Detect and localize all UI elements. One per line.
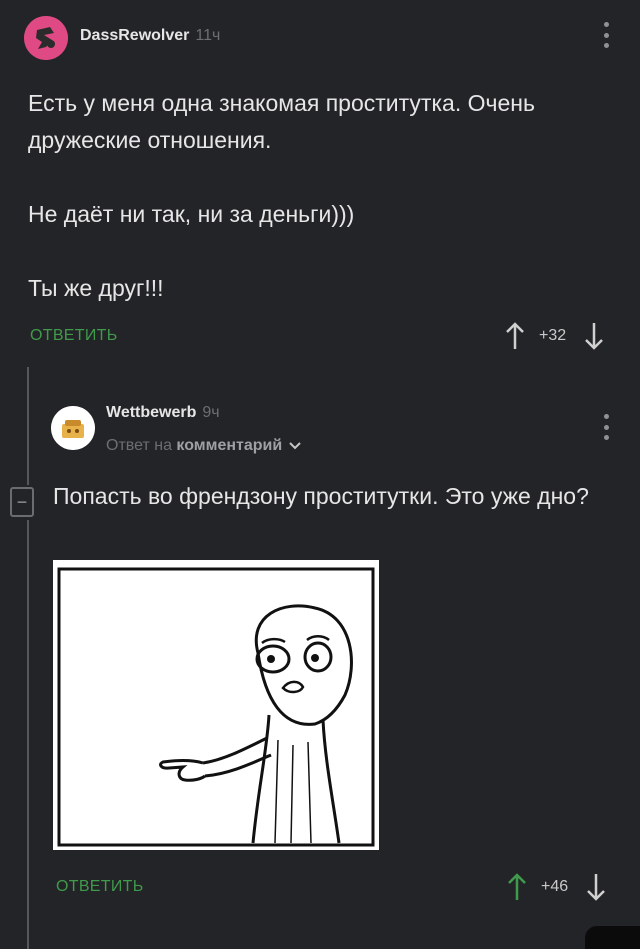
comment-body: Есть у меня одна знакомая проститутка. О… — [28, 85, 618, 307]
comment-paragraph: Есть у меня одна знакомая проститутка. О… — [28, 90, 535, 153]
avatar[interactable] — [51, 406, 95, 450]
rating-value: +32 — [539, 327, 567, 344]
comment-time: 9ч — [202, 404, 220, 421]
collapse-button[interactable]: − — [10, 487, 34, 517]
downvote-icon[interactable] — [584, 322, 604, 350]
reply-to-prefix: Ответ на — [106, 437, 172, 454]
reply-button[interactable]: ОТВЕТИТЬ — [30, 327, 118, 345]
more-options-icon[interactable] — [603, 414, 609, 440]
avatar[interactable] — [24, 16, 68, 60]
comment-image[interactable] — [53, 560, 379, 850]
upvote-icon[interactable] — [505, 322, 525, 350]
reply-to-info: Ответ на комментарий — [106, 437, 301, 455]
chevron-down-icon[interactable] — [288, 441, 301, 451]
reply-button[interactable]: ОТВЕТИТЬ — [56, 878, 144, 896]
comment-header: DassRewolver 11ч — [80, 27, 220, 45]
rating-control: +32 — [505, 322, 604, 350]
watermark — [585, 926, 640, 949]
author-name[interactable]: DassRewolver — [80, 27, 189, 44]
rating-control: +46 — [507, 873, 606, 901]
collapse-icon: − — [16, 492, 28, 512]
thread-line[interactable] — [27, 367, 29, 485]
comment-header: Wettbewerb 9ч — [106, 404, 220, 422]
author-name[interactable]: Wettbewerb — [106, 404, 196, 421]
downvote-icon[interactable] — [586, 873, 606, 901]
comment-time: 11ч — [195, 27, 221, 44]
comment-paragraph: Ты же друг!!! — [28, 275, 164, 301]
comment-body: Попасть во френдзону проститутки. Это уж… — [53, 483, 589, 509]
reply-to-link[interactable]: комментарий — [176, 437, 282, 454]
avatar-image — [24, 16, 68, 60]
more-options-icon[interactable] — [603, 22, 609, 48]
avatar-image — [51, 406, 95, 450]
rating-value: +46 — [541, 878, 569, 895]
meme-image — [57, 567, 375, 847]
upvote-icon[interactable] — [507, 873, 527, 901]
comment-paragraph: Не даёт ни так, ни за деньги))) — [28, 201, 355, 227]
thread-line[interactable] — [27, 520, 29, 949]
